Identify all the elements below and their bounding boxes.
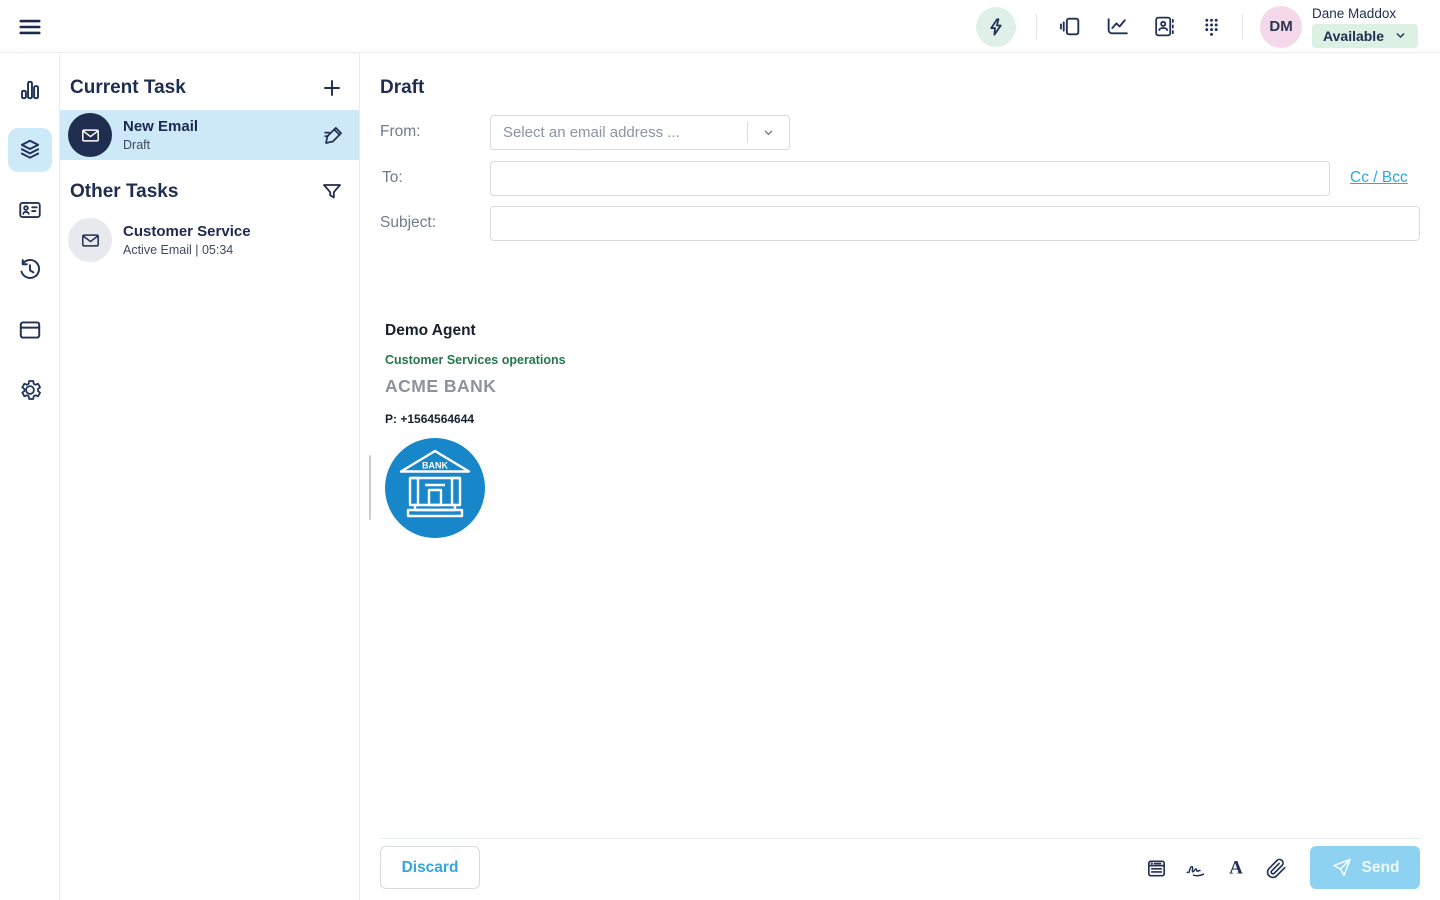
sidebar-item-history[interactable] [8,248,52,292]
other-tasks-header: Other Tasks [70,181,178,203]
current-task-header: Current Task [70,77,186,99]
layers-icon [17,137,43,163]
lightning-icon [985,16,1007,38]
sidebar-item-tasks[interactable] [8,128,52,172]
task-panel: Current Task New Email Draft [60,53,360,900]
topbar-divider [1036,14,1037,40]
panels-icon [1058,14,1083,39]
font-button[interactable]: A [1224,856,1248,880]
status-label: Available [1323,28,1384,44]
body-scrollbar[interactable] [369,455,371,520]
from-label: From: [380,123,420,141]
agent-workspace: DM Dane Maddox Available [0,0,1440,900]
task-title: New Email [123,118,198,135]
line-chart-icon [1105,14,1130,39]
user-name: Dane Maddox [1312,6,1396,21]
plus-icon [320,76,344,100]
envelope-icon [80,125,101,146]
bank-logo: BANK [385,438,485,538]
bank-logo-text: BANK [422,461,448,471]
status-dropdown[interactable]: Available [1312,24,1418,48]
top-bar: DM Dane Maddox Available [0,0,1440,53]
email-compose-area: Draft From: Select an email address ... … [360,53,1440,900]
hamburger-icon [17,14,43,40]
task-subtitle: Draft [123,138,198,152]
filter-funnel-icon [320,180,344,204]
dialpad-button[interactable] [1198,14,1224,40]
subject-input[interactable] [490,206,1420,241]
signature-icon [1184,856,1208,880]
discard-button[interactable]: Discard [380,846,480,889]
task-item-new-email[interactable]: New Email Draft [60,110,359,160]
avatar-initials: DM [1269,18,1292,35]
user-avatar[interactable]: DM [1260,6,1302,48]
footer-divider [380,838,1420,839]
paperclip-icon [1265,857,1288,880]
font-icon: A [1224,856,1248,880]
compose-toolbar: A [1144,856,1288,880]
panels-button[interactable] [1057,14,1083,40]
history-icon [17,257,43,283]
signature-button[interactable] [1184,856,1208,880]
compose-pen-button[interactable] [322,123,346,147]
sidebar-item-browser[interactable] [8,308,52,352]
contact-card-icon [17,197,43,223]
compose-title: Draft [380,77,424,99]
gear-icon [17,377,43,403]
window-icon [17,317,43,343]
compose-pen-icon [322,123,346,147]
hamburger-menu-button[interactable] [16,13,44,41]
chevron-down-icon [1394,29,1407,42]
contact-book-icon [1152,14,1177,39]
sidebar-item-settings[interactable] [8,368,52,412]
envelope-icon [80,230,101,251]
task-title: Customer Service [123,223,251,240]
filter-tasks-button[interactable] [319,179,345,205]
task-subtitle: Active Email | 05:34 [123,243,251,257]
template-icon [1145,857,1168,880]
to-input[interactable] [490,161,1330,196]
signature-role: Customer Services operations [385,353,566,367]
subject-label: Subject: [380,214,436,232]
to-label: To: [382,169,403,187]
analytics-button[interactable] [1104,14,1130,40]
left-navigation-rail [0,53,60,900]
send-label: Send [1362,859,1400,877]
attachment-button[interactable] [1264,856,1288,880]
signature-name: Demo Agent [385,322,476,340]
from-address-select[interactable]: Select an email address ... [490,115,790,150]
chevron-down-icon [761,125,776,140]
sidebar-item-dashboard[interactable] [8,68,52,112]
topbar-divider [1242,14,1243,40]
task-avatar [68,218,112,262]
select-caret[interactable] [747,122,789,143]
dialpad-icon [1199,14,1224,39]
task-item-customer-service[interactable]: Customer Service Active Email | 05:34 [60,215,359,265]
sidebar-item-contacts[interactable] [8,188,52,232]
contact-book-button[interactable] [1151,14,1177,40]
svg-text:A: A [1229,858,1243,879]
bar-chart-icon [17,77,43,103]
signature-phone: P: +1564564644 [385,412,474,426]
send-button[interactable]: Send [1310,846,1420,889]
signature-company: ACME BANK [385,376,496,397]
from-placeholder: Select an email address ... [491,124,747,141]
add-task-button[interactable] [319,75,345,101]
paper-plane-icon [1331,857,1352,878]
task-avatar [68,113,112,157]
cc-bcc-link[interactable]: Cc / Bcc [1350,169,1408,187]
template-button[interactable] [1144,856,1168,880]
quick-actions-button[interactable] [976,7,1016,47]
